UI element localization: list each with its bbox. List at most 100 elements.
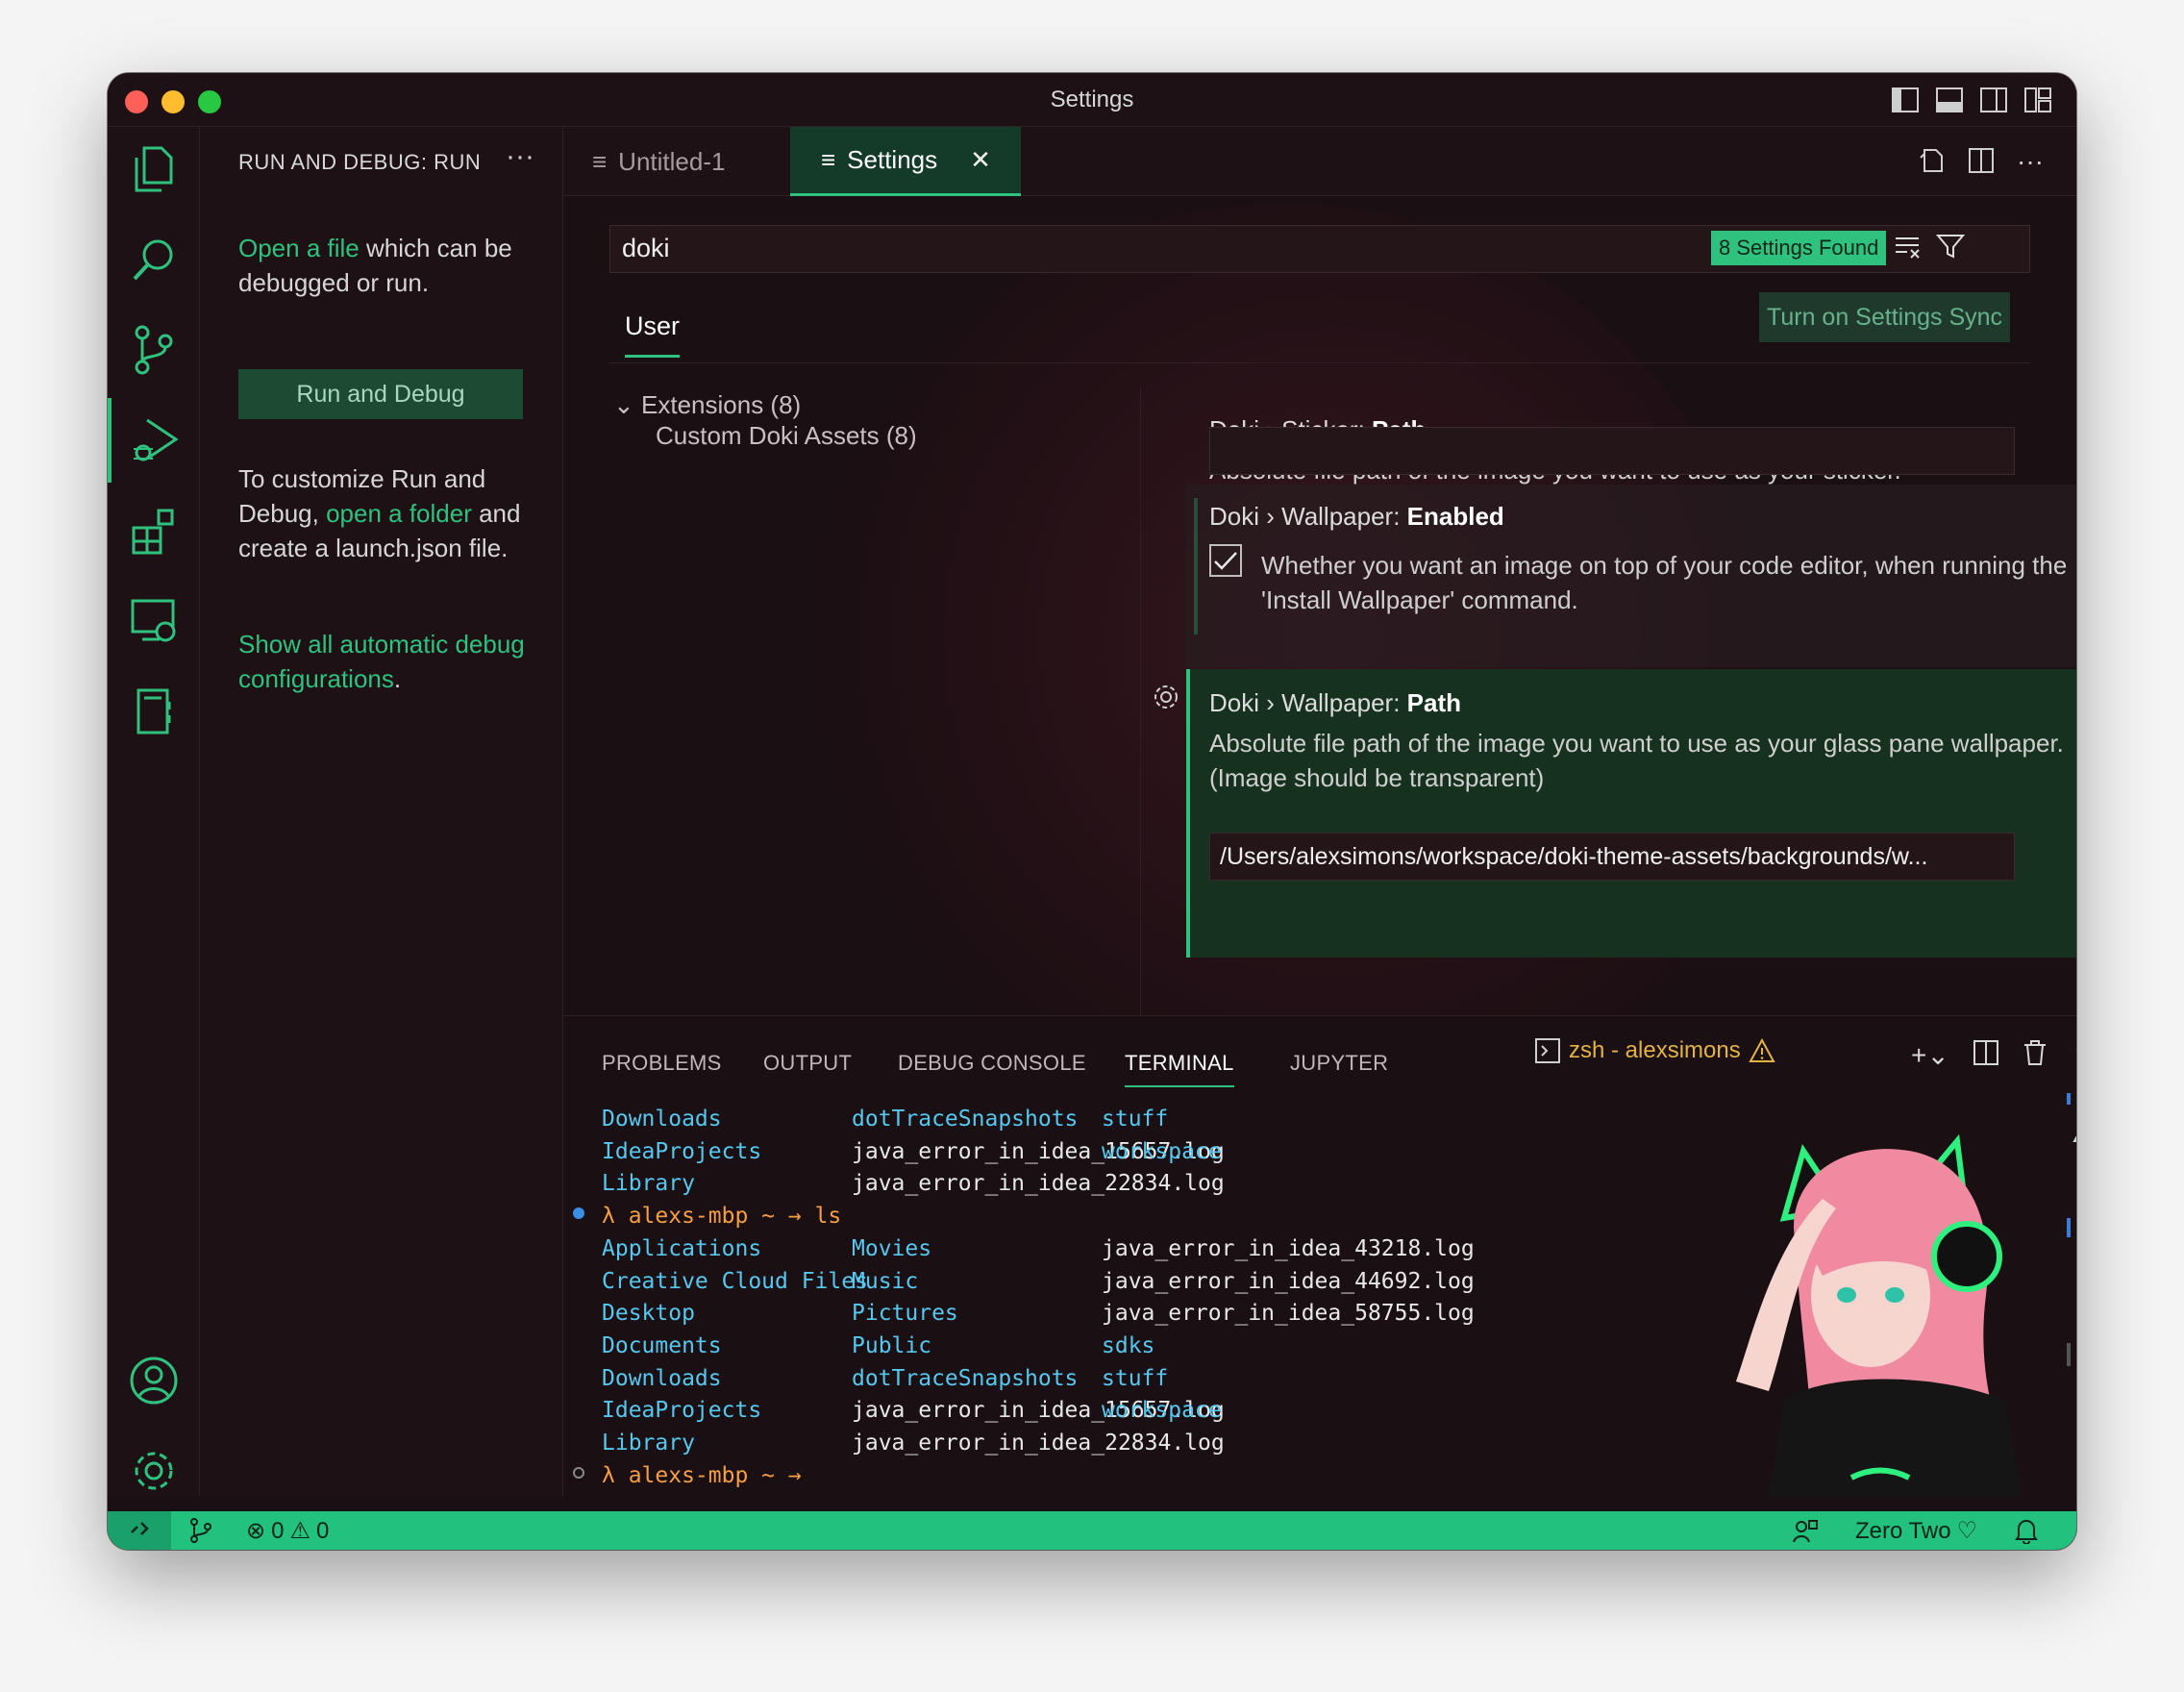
user-settings-tab[interactable]: User bbox=[625, 311, 681, 358]
remote-indicator-icon[interactable] bbox=[108, 1511, 171, 1550]
new-terminal-icon[interactable]: +⌄ bbox=[1911, 1039, 1949, 1073]
split-editor-icon[interactable] bbox=[1967, 146, 1996, 182]
tab-jupyter[interactable]: JUPYTER bbox=[1290, 1051, 1388, 1076]
terminal-prompt: λ alexs-mbp ~ → bbox=[602, 1462, 802, 1488]
accounts-icon[interactable] bbox=[108, 1338, 200, 1423]
run-and-debug-button[interactable]: Run and Debug bbox=[238, 369, 523, 419]
terminal-directory: Library bbox=[602, 1431, 695, 1456]
terminal-scrollbar[interactable] bbox=[2067, 1343, 2071, 1366]
wallpaper-path-input[interactable]: /Users/alexsimons/workspace/doki-theme-a… bbox=[1209, 833, 2015, 881]
settings-gear-icon[interactable] bbox=[108, 1429, 200, 1513]
filter-icon[interactable] bbox=[1935, 233, 1966, 264]
notifications-bell-icon[interactable] bbox=[2015, 1517, 2038, 1544]
customize-layout-icon[interactable] bbox=[2023, 85, 2053, 115]
extensions-icon[interactable] bbox=[108, 488, 200, 573]
command-decoration-pending[interactable] bbox=[573, 1466, 584, 1479]
theme-name: Zero Two bbox=[1855, 1517, 1951, 1544]
command-decoration-success[interactable] bbox=[573, 1207, 584, 1220]
terminal-selector[interactable]: zsh - alexsimons bbox=[1534, 1037, 1775, 1064]
maximize-panel-icon[interactable]: ⌃ bbox=[2071, 1039, 2076, 1073]
trash-icon[interactable] bbox=[2023, 1039, 2048, 1073]
toc-custom-doki-assets[interactable]: Custom Doki Assets (8) bbox=[656, 421, 917, 451]
terminal-directory: stuff bbox=[1102, 1107, 1169, 1132]
terminal-file: java_error_in_idea_22834.log bbox=[852, 1171, 1225, 1197]
setting-gear-icon[interactable] bbox=[1152, 683, 1180, 716]
error-count: 0 bbox=[271, 1517, 285, 1544]
theme-status[interactable]: Zero Two ♡ bbox=[1855, 1517, 1977, 1545]
toc-extensions-label: Extensions (8) bbox=[641, 390, 802, 419]
tab-settings[interactable]: ≡ Settings ✕ bbox=[790, 127, 1021, 196]
tab-output[interactable]: OUTPUT bbox=[763, 1051, 852, 1076]
terminal-directory: IdeaProjects bbox=[602, 1398, 762, 1424]
warning-icon bbox=[1749, 1038, 1775, 1062]
notebook-icon[interactable] bbox=[108, 669, 200, 754]
terminal-file: java_error_in_idea_58755.log bbox=[1102, 1301, 1475, 1327]
split-terminal-icon[interactable] bbox=[1973, 1039, 1999, 1073]
terminal-directory: Downloads bbox=[602, 1365, 722, 1391]
settings-header-divider bbox=[609, 362, 2030, 363]
open-settings-json-icon[interactable] bbox=[1917, 146, 1946, 182]
terminal-directory: Pictures bbox=[852, 1301, 958, 1327]
problems-status[interactable]: ⊗ 0 ⚠ 0 bbox=[246, 1517, 329, 1545]
tab-debug-console[interactable]: DEBUG CONSOLE bbox=[898, 1051, 1086, 1076]
setting-description: Absolute file path of the image you want… bbox=[1209, 729, 2064, 792]
open-folder-link[interactable]: open a folder bbox=[326, 499, 472, 528]
more-actions-icon[interactable]: ··· bbox=[506, 140, 534, 173]
terminal-directory: workspace bbox=[1102, 1138, 1222, 1164]
source-control-icon[interactable] bbox=[108, 308, 200, 392]
bottom-panel: PROBLEMS OUTPUT DEBUG CONSOLE TERMINAL J… bbox=[563, 1015, 2076, 1496]
tab-problems[interactable]: PROBLEMS bbox=[602, 1051, 722, 1076]
setting-name: Path bbox=[1406, 688, 1461, 717]
window-title: Settings bbox=[1050, 87, 1134, 112]
sticker-path-input[interactable] bbox=[1209, 427, 2015, 475]
toggle-secondary-sidebar-icon[interactable] bbox=[1978, 85, 2009, 115]
scroll-marker bbox=[2067, 1218, 2071, 1237]
editor-tabs: ≡ Untitled-1 ≡ Settings ✕ ··· bbox=[563, 127, 2076, 196]
tab-untitled-1[interactable]: ≡ Untitled-1 bbox=[592, 127, 725, 196]
toc-divider bbox=[1140, 386, 1141, 1015]
terminal-warning-icon bbox=[2072, 1116, 2076, 1148]
run-debug-icon[interactable] bbox=[108, 398, 200, 483]
panel-actions: +⌄ ⌃ ✕ bbox=[1911, 1039, 2076, 1073]
close-icon[interactable]: ✕ bbox=[970, 145, 991, 175]
toc-extensions[interactable]: ⌄ Extensions (8) bbox=[613, 390, 801, 420]
feedback-icon[interactable] bbox=[1792, 1517, 1819, 1544]
tab-label: Untitled-1 bbox=[618, 146, 726, 176]
setting-title: Doki › Wallpaper: Enabled bbox=[1209, 502, 2076, 532]
show-all-configs-period: . bbox=[393, 664, 402, 693]
open-file-hint: Open a file which can be debugged or run… bbox=[238, 231, 536, 300]
terminal-file: java_error_in_idea_43218.log bbox=[1102, 1235, 1475, 1261]
setting-prefix: Doki › Wallpaper: bbox=[1209, 688, 1407, 717]
setting-description: Whether you want an image on top of your… bbox=[1261, 551, 2068, 614]
terminal-directory: Documents bbox=[602, 1332, 722, 1358]
clear-filter-icon[interactable] bbox=[1894, 233, 1923, 264]
source-control-status-icon[interactable] bbox=[188, 1517, 213, 1544]
file-lines-icon: ≡ bbox=[821, 145, 836, 174]
terminal-icon bbox=[1535, 1038, 1560, 1063]
checkmark-icon bbox=[1214, 552, 1237, 570]
tab-terminal[interactable]: TERMINAL bbox=[1125, 1051, 1234, 1087]
warning-count: 0 bbox=[315, 1517, 330, 1544]
terminal-directory: workspace bbox=[1102, 1398, 1222, 1424]
terminal-directory: Library bbox=[602, 1171, 695, 1197]
show-all-configs-link[interactable]: Show all automatic debug configurations bbox=[238, 630, 525, 693]
turn-on-sync-button[interactable]: Turn on Settings Sync bbox=[1759, 292, 2011, 342]
setting-wallpaper-enabled: Doki › Wallpaper: Enabled bbox=[1209, 502, 2076, 532]
search-icon[interactable] bbox=[108, 217, 200, 302]
remote-explorer-icon[interactable] bbox=[108, 579, 200, 663]
title-bar: Settings bbox=[108, 73, 2076, 127]
terminal-directory: Desktop bbox=[602, 1301, 695, 1327]
settings-found-badge: 8 Settings Found bbox=[1711, 231, 1887, 265]
open-file-link[interactable]: Open a file bbox=[238, 234, 360, 262]
customize-hint: To customize Run and Debug, open a folde… bbox=[238, 461, 536, 565]
toggle-sidebar-icon[interactable] bbox=[1890, 85, 1921, 115]
more-actions-icon[interactable]: ··· bbox=[2017, 146, 2044, 182]
setting-prefix: Doki › Wallpaper: bbox=[1209, 502, 1407, 531]
wallpaper-enabled-checkbox[interactable] bbox=[1209, 544, 1242, 577]
explorer-icon[interactable] bbox=[108, 127, 200, 212]
sticker-illustration bbox=[1736, 1133, 2022, 1496]
file-lines-icon: ≡ bbox=[592, 146, 608, 176]
toggle-panel-icon[interactable] bbox=[1934, 85, 1965, 115]
terminal-name: zsh - alexsimons bbox=[1569, 1037, 1741, 1063]
scroll-marker bbox=[2067, 1093, 2071, 1105]
